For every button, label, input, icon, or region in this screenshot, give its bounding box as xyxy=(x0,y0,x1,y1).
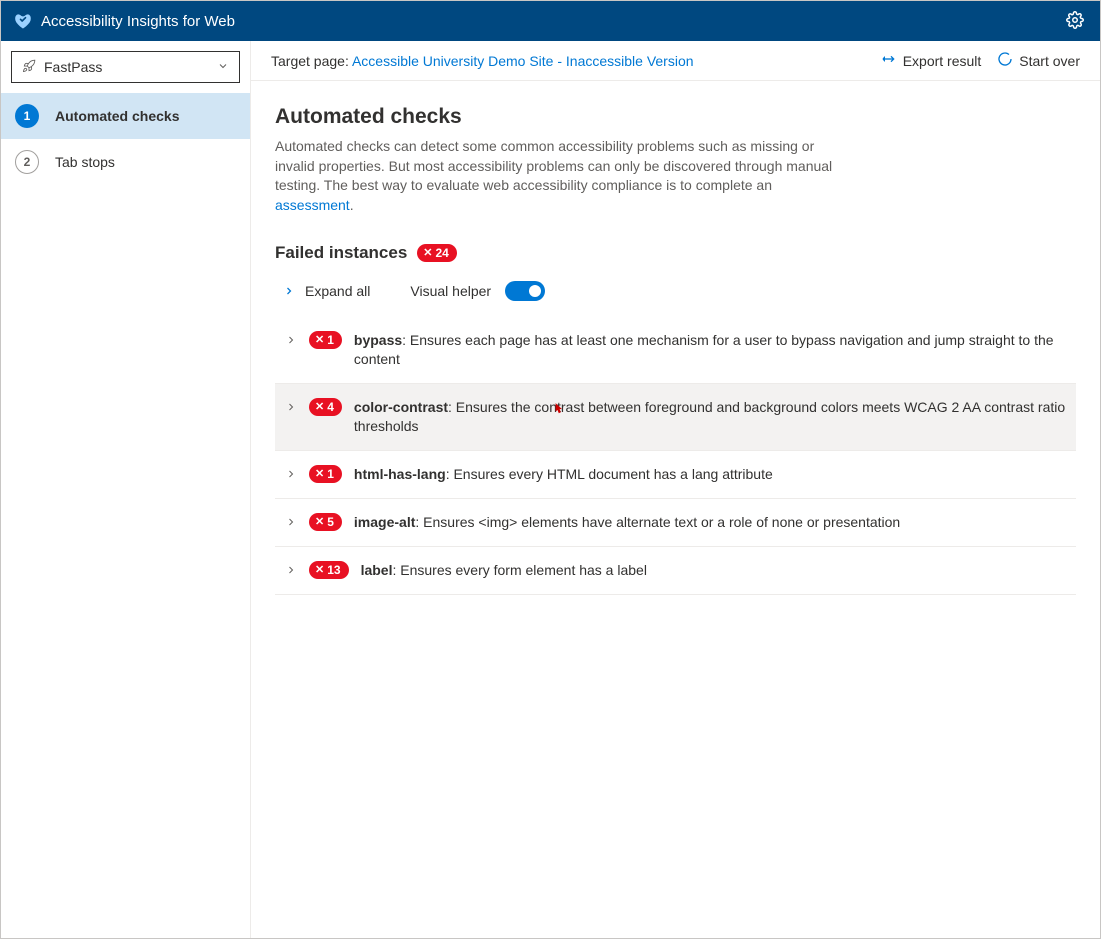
x-icon: ✕ xyxy=(315,562,324,578)
desc-text: Automated checks can detect some common … xyxy=(275,138,832,193)
main: Target page: Accessible University Demo … xyxy=(251,41,1100,938)
rule-desc: : Ensures every form element has a label xyxy=(392,562,646,578)
rule-text: image-alt: Ensures <img> elements have a… xyxy=(354,513,900,532)
refresh-icon xyxy=(997,51,1013,70)
rule-list: ✕1 bypass: Ensures each page has at leas… xyxy=(275,317,1076,594)
rule-desc: : Ensures the contrast between foregroun… xyxy=(354,399,1065,434)
chevron-right-icon xyxy=(285,333,297,349)
app-header: Accessibility Insights for Web xyxy=(1,1,1100,41)
rule-name: color-contrast xyxy=(354,399,448,415)
app-title: Accessibility Insights for Web xyxy=(41,13,235,30)
x-icon: ✕ xyxy=(315,332,324,348)
x-icon: ✕ xyxy=(315,514,324,530)
start-over-label: Start over xyxy=(1019,53,1080,69)
rule-desc: : Ensures every HTML document has a lang… xyxy=(446,466,773,482)
target-page-link[interactable]: Accessible University Demo Site - Inacce… xyxy=(352,53,694,69)
x-icon: ✕ xyxy=(315,399,324,415)
total-count-badge: ✕24 xyxy=(417,244,457,262)
badge-count: 1 xyxy=(327,332,334,348)
target-page: Target page: Accessible University Demo … xyxy=(271,53,694,69)
rule-name: label xyxy=(361,562,393,578)
export-label: Export result xyxy=(903,53,982,69)
badge-count: 24 xyxy=(436,245,449,261)
sidebar-item-label: Automated checks xyxy=(55,108,179,124)
chevron-right-icon xyxy=(283,285,295,297)
rule-text: bypass: Ensures each page has at least o… xyxy=(354,331,1066,369)
page-title: Automated checks xyxy=(275,105,1076,129)
app-logo-icon xyxy=(13,11,33,31)
mode-label: FastPass xyxy=(44,59,102,75)
rule-item-html-has-lang[interactable]: ✕1 html-has-lang: Ensures every HTML doc… xyxy=(275,451,1076,499)
chevron-right-icon xyxy=(285,515,297,531)
step-number: 2 xyxy=(15,150,39,174)
page-description: Automated checks can detect some common … xyxy=(275,137,835,215)
rule-item-color-contrast[interactable]: ✕4 color-contrast: Ensures the contrast … xyxy=(275,384,1076,451)
sidebar-item-automated-checks[interactable]: 1 Automated checks xyxy=(1,93,250,139)
gear-icon xyxy=(1066,17,1084,32)
sidebar: FastPass 1 Automated checks 2 Tab stops xyxy=(1,41,251,938)
visual-helper-control: Visual helper xyxy=(410,281,545,301)
rule-name: image-alt xyxy=(354,514,415,530)
badge-count: 1 xyxy=(327,466,334,482)
app-header-left: Accessibility Insights for Web xyxy=(13,11,235,31)
badge-count: 5 xyxy=(327,514,334,530)
step-number: 1 xyxy=(15,104,39,128)
rule-item-image-alt[interactable]: ✕5 image-alt: Ensures <img> elements hav… xyxy=(275,499,1076,547)
rule-item-bypass[interactable]: ✕1 bypass: Ensures each page has at leas… xyxy=(275,317,1076,384)
export-result-button[interactable]: Export result xyxy=(881,51,982,70)
sidebar-item-label: Tab stops xyxy=(55,154,115,170)
rule-text: color-contrast: Ensures the contrast bet… xyxy=(354,398,1066,436)
export-icon xyxy=(881,51,897,70)
start-over-button[interactable]: Start over xyxy=(997,51,1080,70)
rule-count-badge: ✕5 xyxy=(309,513,342,531)
chevron-right-icon xyxy=(285,467,297,483)
expand-all-button[interactable]: Expand all xyxy=(283,283,370,299)
target-page-label: Target page: xyxy=(271,53,352,69)
rule-desc: : Ensures <img> elements have alternate … xyxy=(415,514,900,530)
rocket-icon xyxy=(22,59,36,76)
failed-instances-header: Failed instances ✕24 xyxy=(275,243,1076,263)
sidebar-item-tab-stops[interactable]: 2 Tab stops xyxy=(1,139,250,185)
expand-all-label: Expand all xyxy=(305,283,370,299)
content: Automated checks Automated checks can de… xyxy=(251,81,1100,619)
rule-name: html-has-lang xyxy=(354,466,446,482)
topbar-actions: Export result Start over xyxy=(881,51,1080,70)
desc-after: . xyxy=(350,197,354,213)
x-icon: ✕ xyxy=(315,466,324,482)
mode-selector[interactable]: FastPass xyxy=(11,51,240,83)
rule-name: bypass xyxy=(354,332,402,348)
layout: FastPass 1 Automated checks 2 Tab stops Tar… xyxy=(1,41,1100,938)
failed-title: Failed instances xyxy=(275,243,407,263)
chevron-down-icon xyxy=(217,59,229,75)
rule-text: html-has-lang: Ensures every HTML docume… xyxy=(354,465,773,484)
badge-count: 13 xyxy=(327,562,340,578)
rule-desc: : Ensures each page has at least one mec… xyxy=(354,332,1054,367)
settings-button[interactable] xyxy=(1062,7,1088,36)
chevron-right-icon xyxy=(285,563,297,579)
visual-helper-toggle[interactable] xyxy=(505,281,545,301)
mode-selector-left: FastPass xyxy=(22,59,102,76)
rule-count-badge: ✕13 xyxy=(309,561,349,579)
chevron-right-icon xyxy=(285,400,297,416)
assessment-link[interactable]: assessment xyxy=(275,197,350,213)
rule-count-badge: ✕1 xyxy=(309,465,342,483)
rule-item-label[interactable]: ✕13 label: Ensures every form element ha… xyxy=(275,547,1076,595)
x-icon: ✕ xyxy=(423,245,432,261)
visual-helper-label: Visual helper xyxy=(410,283,491,299)
topbar: Target page: Accessible University Demo … xyxy=(251,41,1100,81)
badge-count: 4 xyxy=(327,399,334,415)
rule-count-badge: ✕4 xyxy=(309,398,342,416)
controls-row: Expand all Visual helper xyxy=(275,281,1076,301)
rule-count-badge: ✕1 xyxy=(309,331,342,349)
rule-text: label: Ensures every form element has a … xyxy=(361,561,647,580)
